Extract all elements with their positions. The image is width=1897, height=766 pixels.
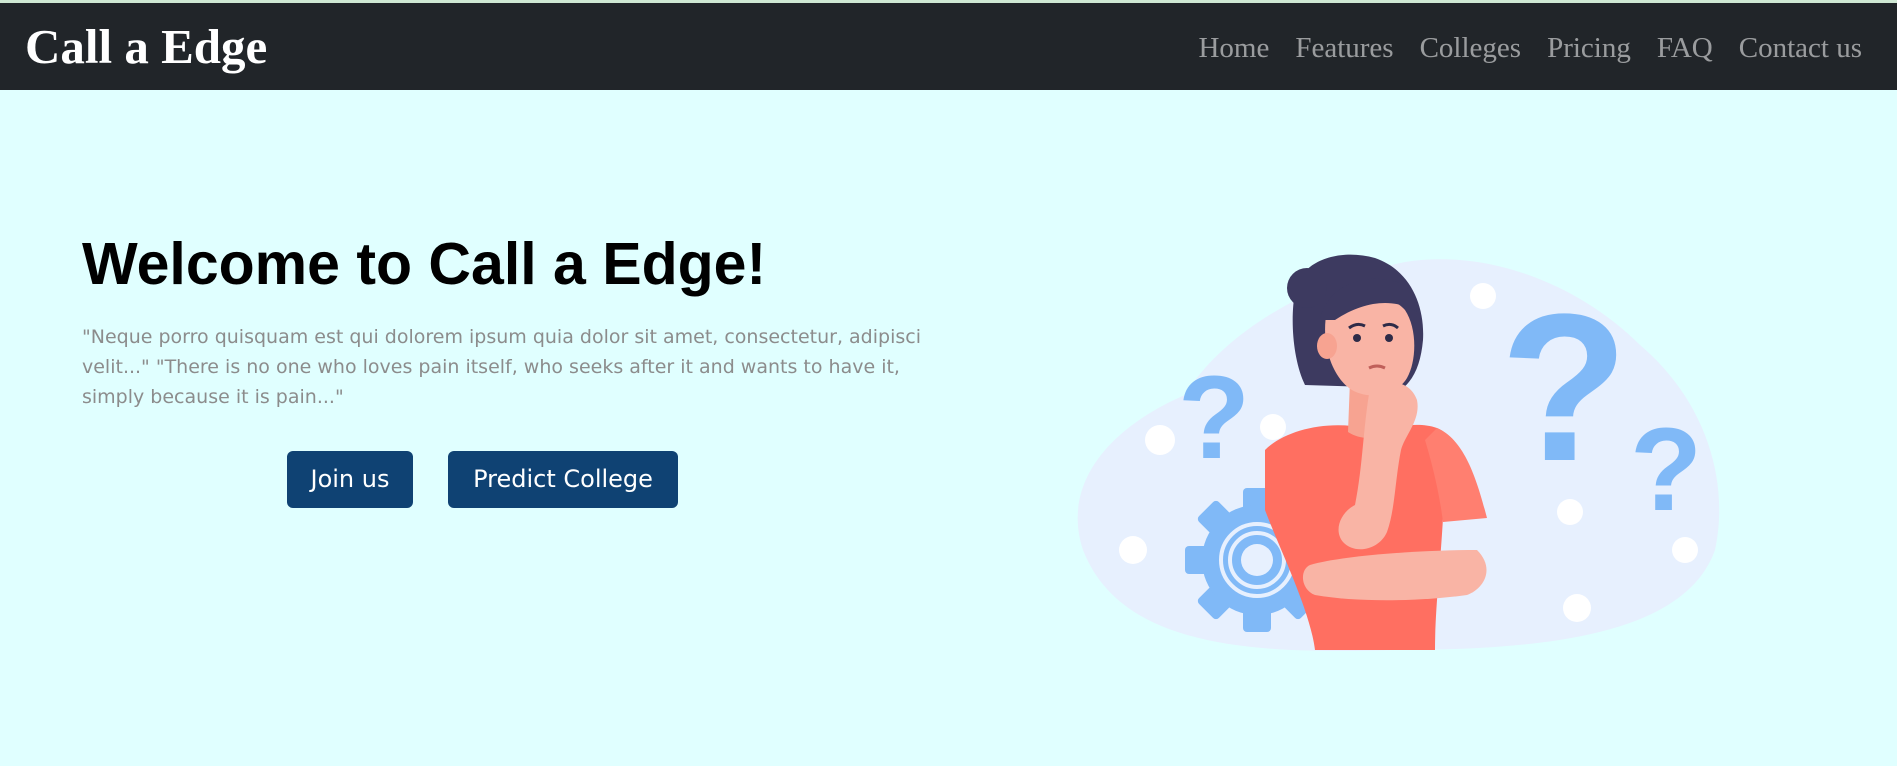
question-mark-right-icon: ? (1630, 404, 1702, 536)
join-us-button[interactable]: Join us (287, 451, 413, 508)
nav-links: Home Features Colleges Pricing FAQ Conta… (1198, 30, 1862, 66)
nav-home[interactable]: Home (1198, 30, 1269, 66)
eye-right (1385, 334, 1393, 342)
nav-pricing[interactable]: Pricing (1547, 30, 1631, 66)
dot-2 (1260, 414, 1286, 440)
ear (1317, 333, 1337, 359)
nav-contact-us[interactable]: Contact us (1739, 30, 1862, 66)
nav-colleges[interactable]: Colleges (1420, 30, 1522, 66)
predict-college-button[interactable]: Predict College (448, 451, 678, 508)
nav-faq[interactable]: FAQ (1657, 30, 1713, 66)
dot-1 (1470, 283, 1496, 309)
hero-text: "Neque porro quisquam est qui dolorem ip… (82, 326, 921, 408)
hair-bun (1287, 268, 1327, 308)
dot-6 (1672, 537, 1698, 563)
question-mark-large-icon: ? (1500, 270, 1628, 505)
navbar: Call a Edge Home Features Colleges Prici… (0, 3, 1897, 90)
dot-5 (1119, 536, 1147, 564)
dot-3 (1145, 425, 1175, 455)
dot-7 (1563, 594, 1591, 622)
brand-logo[interactable]: Call a Edge (25, 17, 267, 77)
eye-left (1353, 334, 1361, 342)
nav-features[interactable]: Features (1295, 30, 1393, 66)
thinking-woman-illustration: ? ? ? (1077, 254, 1720, 652)
question-mark-left-icon: ? (1178, 352, 1250, 484)
hero-title: Welcome to Call a Edge! (82, 231, 767, 297)
